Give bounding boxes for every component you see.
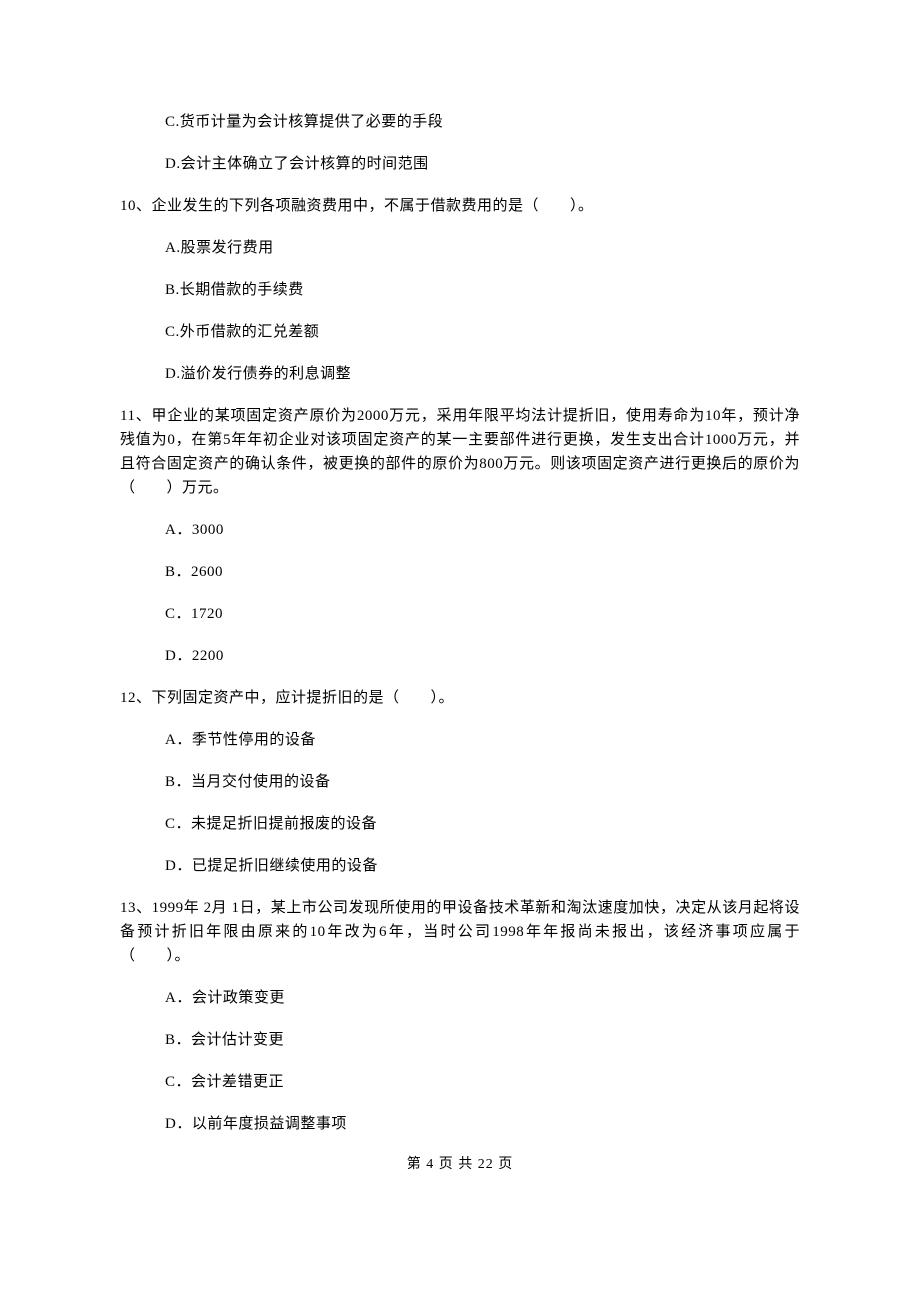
q11-option-a: A．3000 <box>120 518 800 542</box>
q10-option-a: A.股票发行费用 <box>120 236 800 260</box>
q12-option-d: D．已提足折旧继续使用的设备 <box>120 854 800 878</box>
q13-stem: 13、1999年 2月 1日，某上市公司发现所使用的甲设备技术革新和淘汰速度加快… <box>120 896 800 968</box>
q10-option-d: D.溢价发行债券的利息调整 <box>120 362 800 386</box>
document-page: C.货币计量为会计核算提供了必要的手段 D.会计主体确立了会计核算的时间范围 1… <box>0 0 920 1206</box>
q12-option-b: B．当月交付使用的设备 <box>120 770 800 794</box>
q12-option-c: C．未提足折旧提前报废的设备 <box>120 812 800 836</box>
q11-option-d: D．2200 <box>120 644 800 668</box>
q11-stem: 11、甲企业的某项固定资产原价为2000万元，采用年限平均法计提折旧，使用寿命为… <box>120 404 800 500</box>
q11-option-b: B．2600 <box>120 560 800 584</box>
q12-stem: 12、下列固定资产中，应计提折旧的是（ ）。 <box>120 686 800 710</box>
q13-option-a: A．会计政策变更 <box>120 986 800 1010</box>
q10-option-b: B.长期借款的手续费 <box>120 278 800 302</box>
q10-option-c: C.外币借款的汇兑差额 <box>120 320 800 344</box>
q13-option-c: C．会计差错更正 <box>120 1070 800 1094</box>
q12-option-a: A．季节性停用的设备 <box>120 728 800 752</box>
q10-stem: 10、企业发生的下列各项融资费用中，不属于借款费用的是（ ）。 <box>120 194 800 218</box>
q9-option-c: C.货币计量为会计核算提供了必要的手段 <box>120 110 800 134</box>
q9-option-d: D.会计主体确立了会计核算的时间范围 <box>120 152 800 176</box>
q13-option-b: B．会计估计变更 <box>120 1028 800 1052</box>
q13-option-d: D．以前年度损益调整事项 <box>120 1112 800 1136</box>
page-footer: 第 4 页 共 22 页 <box>120 1154 800 1176</box>
q11-option-c: C．1720 <box>120 602 800 626</box>
